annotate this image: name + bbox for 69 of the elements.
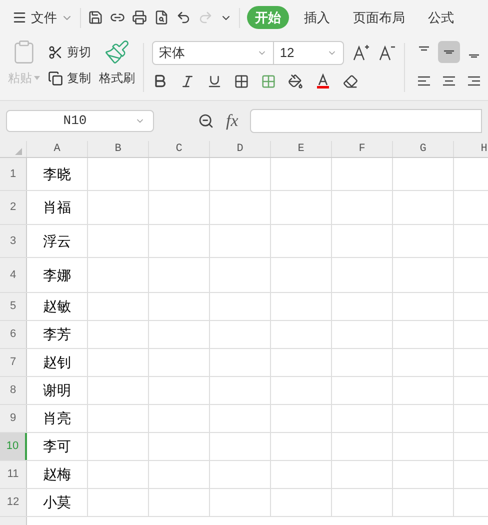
table-cell: 李可 bbox=[27, 433, 88, 460]
column-header[interactable]: A bbox=[27, 141, 88, 157]
column-header[interactable]: B bbox=[88, 141, 149, 157]
font-color-icon[interactable] bbox=[314, 73, 331, 89]
row-header[interactable]: 8 bbox=[0, 377, 27, 404]
table-cell: 肖福 bbox=[27, 191, 88, 224]
undo-icon[interactable] bbox=[176, 10, 191, 25]
row-header[interactable]: 2 bbox=[0, 191, 27, 224]
scissors-icon bbox=[48, 44, 63, 60]
table-cell: 浮云 bbox=[27, 225, 88, 257]
copy-icon bbox=[48, 70, 63, 86]
table-cell: 谢明 bbox=[27, 377, 88, 404]
shrink-font-icon[interactable] bbox=[378, 44, 396, 62]
fill-color-icon[interactable] bbox=[288, 74, 303, 88]
alignment-icon bbox=[418, 46, 429, 51]
row-header[interactable]: 1 bbox=[0, 158, 27, 190]
alignment-icon bbox=[468, 76, 480, 86]
row-header[interactable]: 11 bbox=[0, 461, 27, 488]
font-size-select[interactable]: 12 bbox=[274, 41, 344, 65]
table-cell: 赵敏 bbox=[27, 293, 88, 320]
file-menu[interactable]: 文件 bbox=[12, 8, 73, 28]
cell-style-icon[interactable] bbox=[260, 74, 276, 88]
table-cell: 肖亮 bbox=[27, 405, 88, 432]
copy-button[interactable]: 复制 bbox=[48, 69, 91, 87]
underline-icon[interactable] bbox=[206, 74, 222, 88]
table-cell: 李娜 bbox=[27, 258, 88, 292]
print-preview-icon[interactable] bbox=[154, 10, 169, 25]
italic-icon[interactable] bbox=[180, 74, 195, 88]
column-header[interactable]: D bbox=[210, 141, 271, 157]
row-header[interactable]: 7 bbox=[0, 349, 27, 376]
ribbon-tab[interactable]: 公式 bbox=[424, 6, 458, 30]
eraser-icon[interactable] bbox=[342, 74, 358, 88]
table-cell: 赵钊 bbox=[27, 349, 88, 376]
row-header[interactable]: 5 bbox=[0, 293, 27, 320]
cut-button[interactable]: 剪切 bbox=[48, 43, 91, 61]
table-cell: 李芳 bbox=[27, 321, 88, 348]
column-header[interactable]: E bbox=[271, 141, 332, 157]
font-name-select[interactable]: 宋体 bbox=[152, 41, 274, 65]
table-cell: 赵梅 bbox=[27, 461, 88, 488]
alignment-icon bbox=[418, 76, 430, 86]
row-header[interactable]: 9 bbox=[0, 405, 27, 432]
fx-label: fx bbox=[226, 110, 238, 132]
caret-icon bbox=[34, 76, 40, 80]
alignment-icon bbox=[442, 76, 455, 86]
printer-icon[interactable] bbox=[132, 10, 147, 25]
row-header[interactable]: 12 bbox=[0, 489, 27, 516]
grow-font-icon[interactable] bbox=[352, 44, 370, 62]
column-header[interactable]: C bbox=[149, 141, 210, 157]
alignment-icon bbox=[468, 54, 479, 58]
align-button[interactable] bbox=[438, 41, 460, 63]
row-header[interactable]: 4 bbox=[0, 258, 27, 292]
row-header[interactable]: 6 bbox=[0, 321, 27, 348]
table-cell: 李晓 bbox=[27, 158, 88, 190]
paintbrush-icon bbox=[104, 39, 130, 65]
alignment-icon bbox=[444, 50, 454, 54]
column-header[interactable]: F bbox=[332, 141, 393, 157]
menu-icon bbox=[12, 10, 27, 25]
ribbon-tab[interactable]: 页面布局 bbox=[349, 6, 409, 30]
ribbon-tab[interactable]: 插入 bbox=[300, 6, 334, 30]
table-cell: 小莫 bbox=[27, 489, 88, 516]
borders-icon[interactable] bbox=[234, 74, 249, 88]
column-header[interactable]: G bbox=[393, 141, 454, 157]
formula-field[interactable] bbox=[250, 109, 482, 133]
row-header[interactable]: 3 bbox=[0, 225, 27, 257]
name-box[interactable]: N10 bbox=[6, 110, 154, 132]
zoom-out-icon[interactable] bbox=[198, 113, 214, 129]
save-icon[interactable] bbox=[88, 10, 103, 25]
column-header[interactable]: H bbox=[454, 141, 488, 157]
format-painter-button[interactable]: 格式刷 bbox=[99, 39, 135, 87]
